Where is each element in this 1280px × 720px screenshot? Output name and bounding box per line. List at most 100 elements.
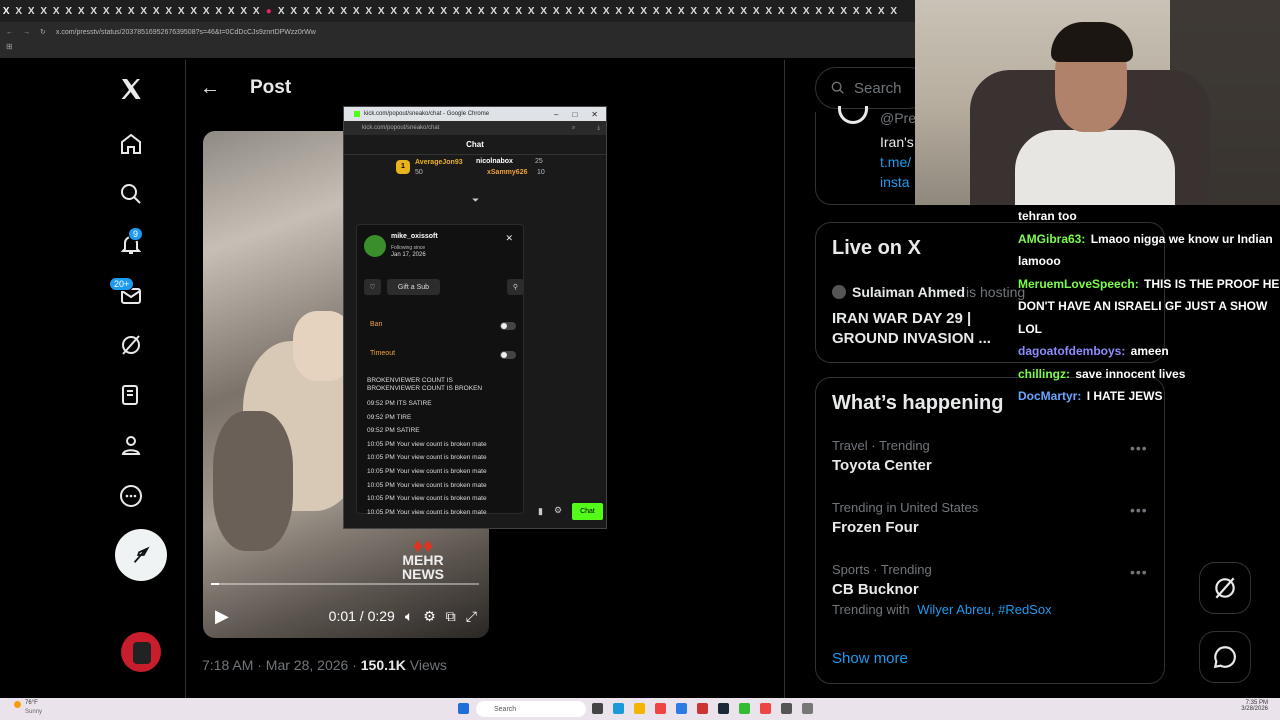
zoom-icon[interactable]: ⌕ <box>572 125 575 132</box>
browser-tab[interactable]: X <box>763 4 776 18</box>
task-view-icon[interactable] <box>592 703 603 714</box>
more-options-icon[interactable]: ••• <box>1130 502 1148 518</box>
browser-tab[interactable]: X <box>400 4 413 18</box>
chrome-icon[interactable] <box>760 703 771 714</box>
browser-tab[interactable]: X <box>75 4 88 18</box>
pip-icon[interactable]: ⧉ <box>446 608 456 625</box>
apps-icon[interactable]: ⊞ <box>6 42 13 51</box>
browser-tab[interactable]: X <box>388 4 401 18</box>
browser-tab[interactable]: X <box>425 4 438 18</box>
home-icon[interactable] <box>118 131 144 157</box>
settings-icon[interactable]: ⚙ <box>423 608 436 625</box>
search-input[interactable]: Search <box>815 67 930 109</box>
browser-tab[interactable]: X <box>650 4 663 18</box>
browser-tab[interactable]: X <box>438 4 451 18</box>
weather-icon[interactable] <box>14 701 21 708</box>
browser-tab[interactable]: X <box>88 4 101 18</box>
reload-icon[interactable]: ↻ <box>40 28 46 36</box>
browser-tab[interactable]: X <box>63 4 76 18</box>
browser-tab[interactable]: X <box>563 4 576 18</box>
more-options-icon[interactable]: ••• <box>1130 564 1148 580</box>
browser-tab[interactable]: X <box>213 4 226 18</box>
show-more-link[interactable]: Show more <box>832 650 908 667</box>
minimize-icon[interactable]: – <box>554 110 558 119</box>
lists-icon[interactable] <box>118 382 144 408</box>
close-icon[interactable]: ✕ <box>505 233 513 244</box>
video-progress[interactable] <box>211 583 479 585</box>
trend-item[interactable]: Trending in United States Frozen Four <box>832 500 1152 536</box>
x-logo-icon[interactable] <box>118 76 144 102</box>
volume-icon[interactable]: 🔈︎ <box>405 608 413 625</box>
browser-tab[interactable]: X <box>138 4 151 18</box>
browser-tab[interactable]: X <box>175 4 188 18</box>
browser-tab[interactable]: X <box>500 4 513 18</box>
browser-tab[interactable]: X <box>663 4 676 18</box>
grok-icon[interactable] <box>118 332 144 358</box>
collapse-icon[interactable]: ⏷ <box>472 195 479 206</box>
browser-tab[interactable]: X <box>850 4 863 18</box>
browser-tab[interactable]: X <box>550 4 563 18</box>
browser-tab[interactable]: X <box>700 4 713 18</box>
browser-tab[interactable]: X <box>538 4 551 18</box>
browser-tab[interactable]: X <box>813 4 826 18</box>
back-icon[interactable]: ← <box>6 29 13 36</box>
app-icon[interactable] <box>697 703 708 714</box>
browser-tab[interactable]: X <box>775 4 788 18</box>
browser-tab[interactable]: X <box>163 4 176 18</box>
browser-tab[interactable]: X <box>738 4 751 18</box>
browser-tab[interactable]: X <box>375 4 388 18</box>
browser-tab[interactable]: X <box>575 4 588 18</box>
edge-icon[interactable] <box>613 703 624 714</box>
browser-tab[interactable]: X <box>675 4 688 18</box>
browser-tab[interactable]: X <box>363 4 376 18</box>
browser-tab[interactable]: X <box>338 4 351 18</box>
leader-name[interactable]: xSammy626 <box>487 169 527 176</box>
messages-fab-button[interactable] <box>1199 631 1251 683</box>
browser-tab[interactable]: X <box>200 4 213 18</box>
chrome-icon[interactable] <box>655 703 666 714</box>
steam-icon[interactable] <box>718 703 729 714</box>
more-icon[interactable] <box>118 483 144 509</box>
profile-link[interactable]: insta <box>880 174 910 190</box>
browser-tab[interactable]: X <box>875 4 888 18</box>
chat-emote-icon[interactable]: ▮ <box>538 506 543 517</box>
explorer-icon[interactable] <box>634 703 645 714</box>
browser-tab[interactable]: X <box>38 4 51 18</box>
user-card-username[interactable]: mike_oxissoft <box>391 233 438 240</box>
browser-tab[interactable]: X <box>800 4 813 18</box>
start-icon[interactable] <box>458 703 469 714</box>
browser-tab[interactable]: X <box>113 4 126 18</box>
browser-tab[interactable]: X <box>475 4 488 18</box>
browser-tab[interactable]: X <box>288 4 301 18</box>
profile-icon[interactable] <box>118 432 144 458</box>
grok-fab-button[interactable] <box>1199 562 1251 614</box>
browser-tab[interactable]: X <box>713 4 726 18</box>
browser-tab[interactable]: X <box>125 4 138 18</box>
follow-heart-button[interactable]: ♡ <box>364 279 381 295</box>
browser-tab[interactable]: X <box>325 4 338 18</box>
maximize-icon[interactable]: □ <box>572 110 577 119</box>
pin-button[interactable]: ⚲ <box>507 279 524 295</box>
forward-icon[interactable]: → <box>23 29 30 36</box>
browser-tab[interactable]: X <box>525 4 538 18</box>
store-icon[interactable] <box>676 703 687 714</box>
browser-tab[interactable]: X <box>25 4 38 18</box>
browser-tab[interactable]: X <box>225 4 238 18</box>
browser-tab[interactable]: X <box>250 4 263 18</box>
close-icon[interactable]: ✕ <box>591 110 598 119</box>
browser-tab[interactable]: X <box>613 4 626 18</box>
browser-tab[interactable]: X <box>413 4 426 18</box>
browser-tab[interactable]: X <box>638 4 651 18</box>
browser-tab[interactable]: X <box>13 4 26 18</box>
app-icon[interactable] <box>802 703 813 714</box>
trend-item[interactable]: Sports · Trending CB Bucknor Trending wi… <box>832 562 1152 617</box>
browser-tab[interactable]: X <box>888 4 901 18</box>
browser-tab[interactable]: X <box>838 4 851 18</box>
live-host-name[interactable]: Sulaiman Ahmed <box>852 284 965 300</box>
explore-icon[interactable] <box>118 181 144 207</box>
app-icon[interactable] <box>739 703 750 714</box>
popup-url[interactable]: kick.com/popout/sneako/chat <box>362 125 439 131</box>
browser-tab[interactable]: X <box>450 4 463 18</box>
account-avatar[interactable] <box>121 632 161 672</box>
browser-tab[interactable]: X <box>275 4 288 18</box>
